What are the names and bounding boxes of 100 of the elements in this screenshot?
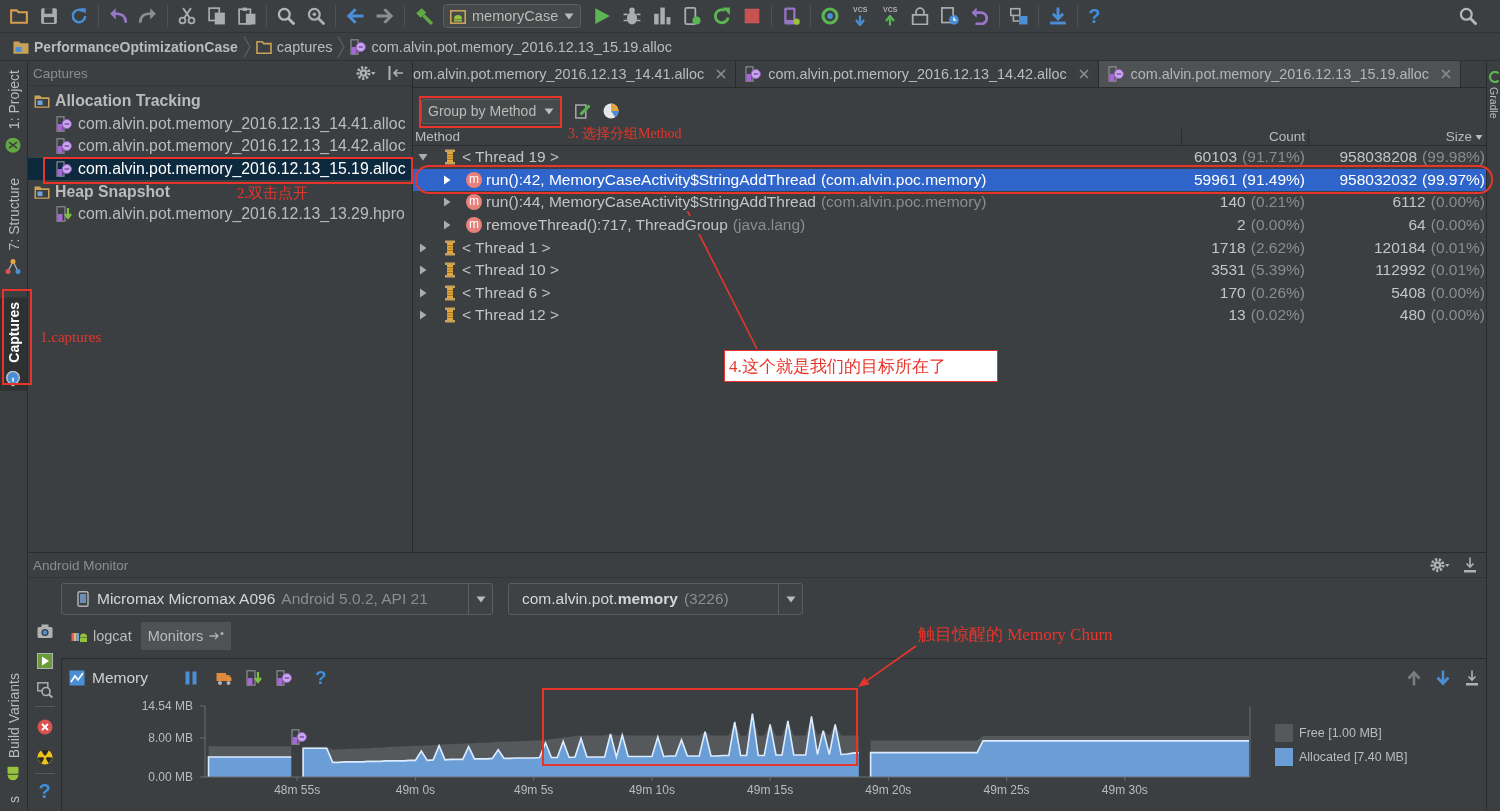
table-row[interactable]: < Thread 6 > 170 (0.26%) 5408 (0.00%) [413, 281, 1486, 305]
revert-icon[interactable] [971, 7, 990, 25]
size-value: 112992 [1375, 261, 1426, 280]
column-header[interactable]: Size [1445, 129, 1483, 145]
help-button[interactable]: ? [38, 780, 51, 802]
file-arrow-icon[interactable] [246, 670, 262, 686]
expander-icon[interactable] [442, 197, 452, 208]
bar-chart-icon[interactable] [653, 7, 672, 25]
play-icon[interactable] [36, 653, 53, 669]
tree-item[interactable]: com.alvin.pot.memory_2016.12.13_15.19.alloc [28, 157, 412, 181]
pie-chart-icon[interactable] [603, 103, 620, 119]
tool-window-tab[interactable]: 7: Structure [0, 172, 27, 281]
tool-window-tab[interactable]: s [0, 790, 27, 809]
scissors-icon[interactable] [178, 7, 196, 25]
search-icon[interactable] [1459, 7, 1477, 25]
axis-label: 49m 10s [628, 783, 675, 797]
forward-arrow-icon[interactable] [376, 7, 394, 25]
table-row[interactable]: m removeThread():717, ThreadGroup (java.lang) 2 (0.00%) 64 (0.00%) [413, 213, 1486, 237]
arrow-dot-icon[interactable] [209, 631, 226, 641]
process-selector[interactable]: com.alvin.pot.memory (3226) [508, 583, 803, 615]
breadcrumb-item[interactable]: com.alvin.pot.memory_2016.12.13_15.19.alloc [350, 38, 673, 55]
tree-item[interactable]: com.alvin.pot.memory_2016.12.13_14.41.alloc [28, 112, 412, 136]
hide-panel-icon[interactable] [388, 65, 404, 81]
hammer-icon[interactable] [415, 7, 433, 25]
x-circle-icon[interactable] [36, 719, 53, 735]
save-icon[interactable] [40, 7, 58, 25]
table-row[interactable]: m run():42, MemoryCaseActivity$StringAddThread (com.alvin.poc.memory) 59961 (91.49%) 958032032 (99.97%) [413, 168, 1486, 192]
count-value: 140 [1219, 193, 1246, 212]
copy-icon[interactable] [208, 7, 226, 25]
close-icon[interactable] [1078, 69, 1089, 79]
expander-icon[interactable] [418, 265, 428, 276]
help-button[interactable]: ? [315, 667, 327, 689]
refresh-icon[interactable] [713, 7, 732, 25]
download-icon[interactable] [1464, 670, 1480, 686]
help-button[interactable]: ? [1088, 5, 1101, 27]
tree-item[interactable]: com.alvin.pot.memory_2016.12.13_13.29.hpro [28, 202, 412, 226]
target-icon[interactable] [821, 7, 840, 25]
folder-icon[interactable] [10, 7, 28, 25]
table-row[interactable]: m run():44, MemoryCaseActivity$StringAddThread (com.alvin.poc.memory) 140 (0.21%) 6112 (0.00%) [413, 191, 1486, 214]
file-icon[interactable] [291, 729, 307, 745]
table-row[interactable]: < Thread 19 > 60103 (91.71%) 958038208 (99.98%) [413, 146, 1486, 169]
column-header[interactable]: Count [1268, 129, 1305, 145]
expander-icon[interactable] [442, 174, 452, 185]
table-row[interactable]: < Thread 10 > 3531 (5.39%) 112992 (0.01%) [413, 258, 1486, 282]
paste-icon[interactable] [238, 7, 256, 25]
table-row[interactable]: < Thread 12 > 13 (0.02%) 480 (0.00%) [413, 304, 1486, 327]
download-icon[interactable] [1462, 557, 1478, 573]
bug-icon[interactable] [623, 7, 642, 25]
phone-dot-icon[interactable] [782, 7, 801, 25]
magnifier-icon[interactable] [307, 7, 325, 25]
search-icon[interactable] [277, 7, 295, 25]
expander-icon[interactable] [418, 310, 428, 321]
sync-icon[interactable] [70, 7, 88, 25]
column-header[interactable]: Method [415, 129, 461, 145]
structure-icon[interactable] [1010, 7, 1029, 25]
run-config-dropdown[interactable]: memoryCase [443, 4, 582, 28]
breadcrumb-item[interactable]: captures [255, 38, 333, 55]
edit-icon[interactable] [575, 103, 592, 119]
settings-icon[interactable] [356, 65, 376, 81]
editor-tab[interactable]: om.alvin.pot.memory_2016.12.13_14.41.alloc [413, 61, 737, 87]
editor-tab[interactable]: com.alvin.pot.memory_2016.12.13_15.19.alloc [1098, 61, 1461, 87]
lock-icon[interactable] [911, 7, 930, 25]
tree-group[interactable]: Allocation Tracking [34, 92, 201, 111]
download-icon[interactable] [1049, 7, 1068, 25]
device-selector[interactable]: Micromax Micromax A096 Android 5.0.2, API 21 [61, 583, 493, 615]
expander-icon[interactable] [442, 220, 452, 231]
tool-window-tab[interactable]: 1: Project [0, 64, 27, 160]
pause-icon[interactable] [183, 670, 199, 686]
tab[interactable]: logcat [65, 622, 138, 650]
down-arrow-icon[interactable] [1435, 670, 1451, 686]
table-row[interactable]: < Thread 1 > 1718 (2.62%) 120184 (0.01%) [413, 236, 1486, 259]
settings-icon[interactable] [1430, 557, 1450, 573]
redo-icon[interactable] [139, 7, 157, 25]
file-icon[interactable] [276, 670, 292, 686]
group-by-dropdown[interactable]: Group by Method [421, 98, 562, 124]
phone-dot-icon[interactable] [683, 7, 702, 25]
tree-group[interactable]: Heap Snapshot [34, 182, 170, 201]
screen-search-icon[interactable] [36, 682, 53, 698]
expander-icon[interactable] [418, 152, 428, 163]
tool-window-tab[interactable]: Gradle [1487, 71, 1500, 119]
tool-window-tab[interactable]: Build Variants [0, 666, 27, 788]
stop-icon[interactable] [743, 7, 762, 25]
undo-icon[interactable] [109, 7, 127, 25]
radiation-icon[interactable] [36, 749, 53, 765]
back-arrow-icon[interactable] [346, 7, 364, 25]
editor-tab[interactable]: com.alvin.pot.memory_2016.12.13_14.42.alloc [736, 61, 1099, 87]
tool-window-tab[interactable]: Captures [0, 297, 27, 391]
camera-icon[interactable] [36, 623, 53, 639]
expander-icon[interactable] [418, 242, 428, 253]
spool-icon [444, 262, 456, 279]
clock-document-icon[interactable] [941, 7, 960, 25]
close-icon[interactable] [716, 69, 727, 79]
chevron-icon [337, 35, 346, 58]
expander-icon[interactable] [418, 287, 428, 298]
up-arrow-icon[interactable] [1406, 670, 1422, 686]
breadcrumb-item[interactable]: PerformanceOptimizationCase [13, 38, 238, 55]
tree-item[interactable]: com.alvin.pot.memory_2016.12.13_14.42.alloc [28, 135, 412, 158]
close-icon[interactable] [1441, 69, 1451, 79]
tab[interactable]: Monitors [140, 622, 232, 650]
truck-icon[interactable] [216, 670, 232, 686]
